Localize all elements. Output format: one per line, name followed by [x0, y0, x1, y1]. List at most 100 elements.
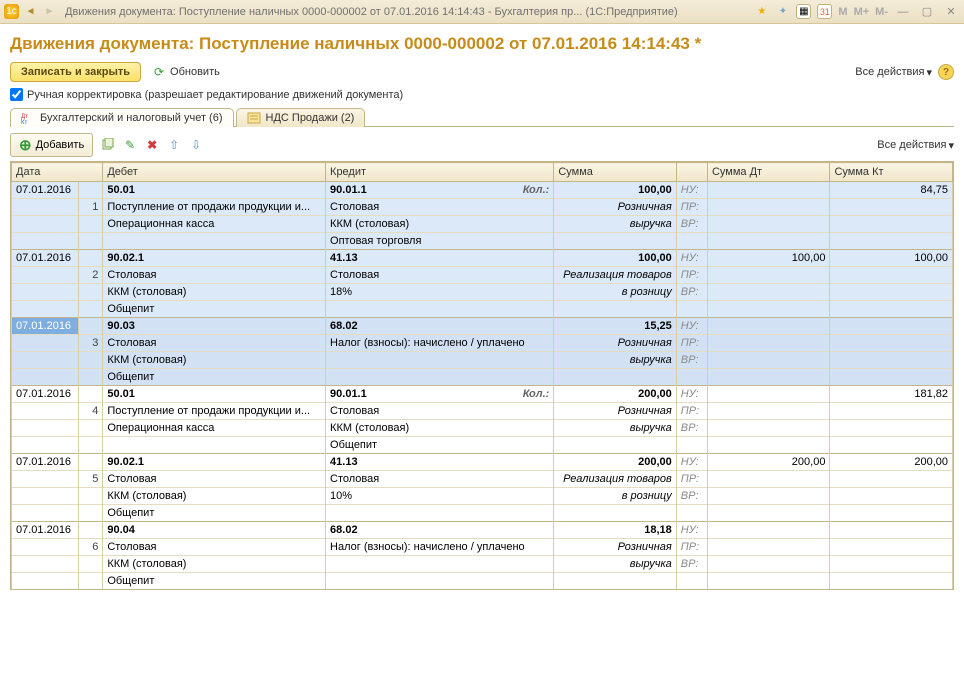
cell-nu-label: НУ:: [676, 386, 707, 403]
calc-icon[interactable]: ▦: [796, 4, 811, 19]
delete-button[interactable]: ✖: [145, 138, 159, 152]
cell-sum-note: [554, 573, 676, 590]
table-subrow: Общепит: [12, 301, 953, 318]
cell-credit-line: [326, 573, 554, 590]
col-debit[interactable]: Дебет: [103, 163, 326, 182]
cell-sum-kt: [830, 522, 953, 539]
cell-credit-acc: 41.13: [326, 250, 554, 267]
svg-text:Кт: Кт: [21, 120, 27, 124]
col-date[interactable]: Дата: [12, 163, 103, 182]
cell-rownum: [78, 454, 103, 471]
table-subrow: Операционная кассаККМ (столовая)выручкаВ…: [12, 216, 953, 233]
cell-nu-label: НУ:: [676, 318, 707, 335]
calc-m[interactable]: M: [838, 6, 847, 18]
move-up-button[interactable]: ⇧: [167, 138, 181, 152]
tab-accounting-icon: ДтКт: [21, 112, 35, 124]
calc-mplus[interactable]: M+: [854, 6, 870, 18]
cell-debit-line: Столовая: [103, 267, 326, 284]
refresh-icon: ⟳: [152, 65, 166, 79]
cell-sum: 100,00: [554, 182, 676, 199]
table-row[interactable]: 07.01.201690.0368.0215,25НУ:: [12, 318, 953, 335]
help-button[interactable]: ?: [938, 64, 954, 80]
cell-sum: 200,00: [554, 454, 676, 471]
maximize-button[interactable]: ▢: [918, 4, 936, 19]
cell-debit-line: ККМ (столовая): [103, 352, 326, 369]
manual-edit-checkbox[interactable]: Ручная корректировка (разрешает редактир…: [10, 88, 954, 101]
col-credit[interactable]: Кредит: [326, 163, 554, 182]
refresh-button[interactable]: ⟳ Обновить: [147, 62, 225, 82]
grid-all-actions[interactable]: Все действия ▾: [877, 139, 954, 152]
col-tax-label: [676, 163, 707, 182]
cell-sum-dt: [707, 522, 829, 539]
cell-credit-line: Столовая: [326, 199, 554, 216]
table-row[interactable]: 07.01.201690.02.141.13200,00НУ:200,00200…: [12, 454, 953, 471]
cell-sum-note: выручка: [554, 556, 676, 573]
cell-credit-line: [326, 369, 554, 386]
grid-toolbar: ⊕ Добавить ✎ ✖ ⇧ ⇩ Все действия ▾: [10, 133, 954, 157]
tab-vat-icon: [247, 112, 261, 124]
fwd-icon[interactable]: ►: [42, 4, 57, 19]
cell-debit-acc: 90.04: [103, 522, 326, 539]
cell-sum-note: [554, 505, 676, 522]
cell-sum-note: [554, 437, 676, 454]
table-row[interactable]: 07.01.201650.0190.01.1Кол.:100,00НУ:84,7…: [12, 182, 953, 199]
cell-credit-acc: 90.01.1Кол.:: [326, 182, 554, 199]
tab-accounting[interactable]: ДтКт Бухгалтерский и налоговый учет (6): [10, 108, 234, 127]
cell-sum-dt: [707, 386, 829, 403]
cell-rownum: [78, 522, 103, 539]
calc-mminus[interactable]: M-: [875, 6, 888, 18]
copy-button[interactable]: [101, 138, 115, 152]
table-subrow: ККМ (столовая)выручкаВР:: [12, 556, 953, 573]
cell-sum: 200,00: [554, 386, 676, 403]
cell-sum-kt: 100,00: [830, 250, 953, 267]
table-subrow: Общепит: [12, 505, 953, 522]
col-sum-kt[interactable]: Сумма Кт: [830, 163, 953, 182]
table-subrow: ККМ (столовая)18%в розницуВР:: [12, 284, 953, 301]
table-subrow: 2СтоловаяСтоловаяРеализация товаровПР:: [12, 267, 953, 284]
table-subrow: 5СтоловаяСтоловаяРеализация товаровПР:: [12, 471, 953, 488]
cell-sum-note: Розничная: [554, 199, 676, 216]
cell-debit-line: [103, 437, 326, 454]
chevron-down-icon: ▾: [926, 66, 932, 79]
all-actions-menu[interactable]: Все действия ▾: [855, 66, 932, 79]
edit-button[interactable]: ✎: [123, 138, 137, 152]
cell-credit-line: Столовая: [326, 267, 554, 284]
cell-sum-dt: [707, 318, 829, 335]
add-button[interactable]: ⊕ Добавить: [10, 133, 93, 157]
table-row[interactable]: 07.01.201690.0468.0218,18НУ:: [12, 522, 953, 539]
cell-debit-line: Общепит: [103, 573, 326, 590]
table-row[interactable]: 07.01.201650.0190.01.1Кол.:200,00НУ:181,…: [12, 386, 953, 403]
star-icon[interactable]: ★: [754, 4, 769, 19]
save-close-button[interactable]: Записать и закрыть: [10, 62, 141, 82]
minimize-button[interactable]: —: [894, 4, 912, 19]
cell-debit-line: Общепит: [103, 505, 326, 522]
table-row[interactable]: 07.01.201690.02.141.13100,00НУ:100,00100…: [12, 250, 953, 267]
cell-sum-kt: [830, 318, 953, 335]
cell-debit-line: ККМ (столовая): [103, 556, 326, 573]
cell-debit-acc: 90.02.1: [103, 250, 326, 267]
table-subrow: Операционная кассаККМ (столовая)выручкаВ…: [12, 420, 953, 437]
link-icon[interactable]: ✦: [775, 4, 790, 19]
col-sum-dt[interactable]: Сумма Дт: [707, 163, 829, 182]
cell-credit-line: [326, 301, 554, 318]
back-icon[interactable]: ◄: [23, 4, 38, 19]
calendar-icon[interactable]: 31: [817, 4, 832, 19]
cell-nu-label: НУ:: [676, 250, 707, 267]
cell-debit-acc: 50.01: [103, 386, 326, 403]
cell-sum-kt: 200,00: [830, 454, 953, 471]
cell-sum-note: в розницу: [554, 284, 676, 301]
cell-credit-acc: 41.13: [326, 454, 554, 471]
table-subrow: Оптовая торговля: [12, 233, 953, 250]
col-sum[interactable]: Сумма: [554, 163, 676, 182]
cell-credit-line: Столовая: [326, 403, 554, 420]
move-down-button[interactable]: ⇩: [189, 138, 203, 152]
manual-edit-input[interactable]: [10, 88, 23, 101]
tab-vat[interactable]: НДС Продажи (2): [236, 108, 366, 127]
close-button[interactable]: ✕: [942, 4, 960, 19]
header-row: Дата Дебет Кредит Сумма Сумма Дт Сумма К…: [12, 163, 953, 182]
cell-credit-line: Общепит: [326, 437, 554, 454]
cell-debit-line: Операционная касса: [103, 216, 326, 233]
cell-debit-line: Операционная касса: [103, 420, 326, 437]
cell-sum-kt: 181,82: [830, 386, 953, 403]
titlebar: 1c ◄ ► Движения документа: Поступление н…: [0, 0, 964, 24]
